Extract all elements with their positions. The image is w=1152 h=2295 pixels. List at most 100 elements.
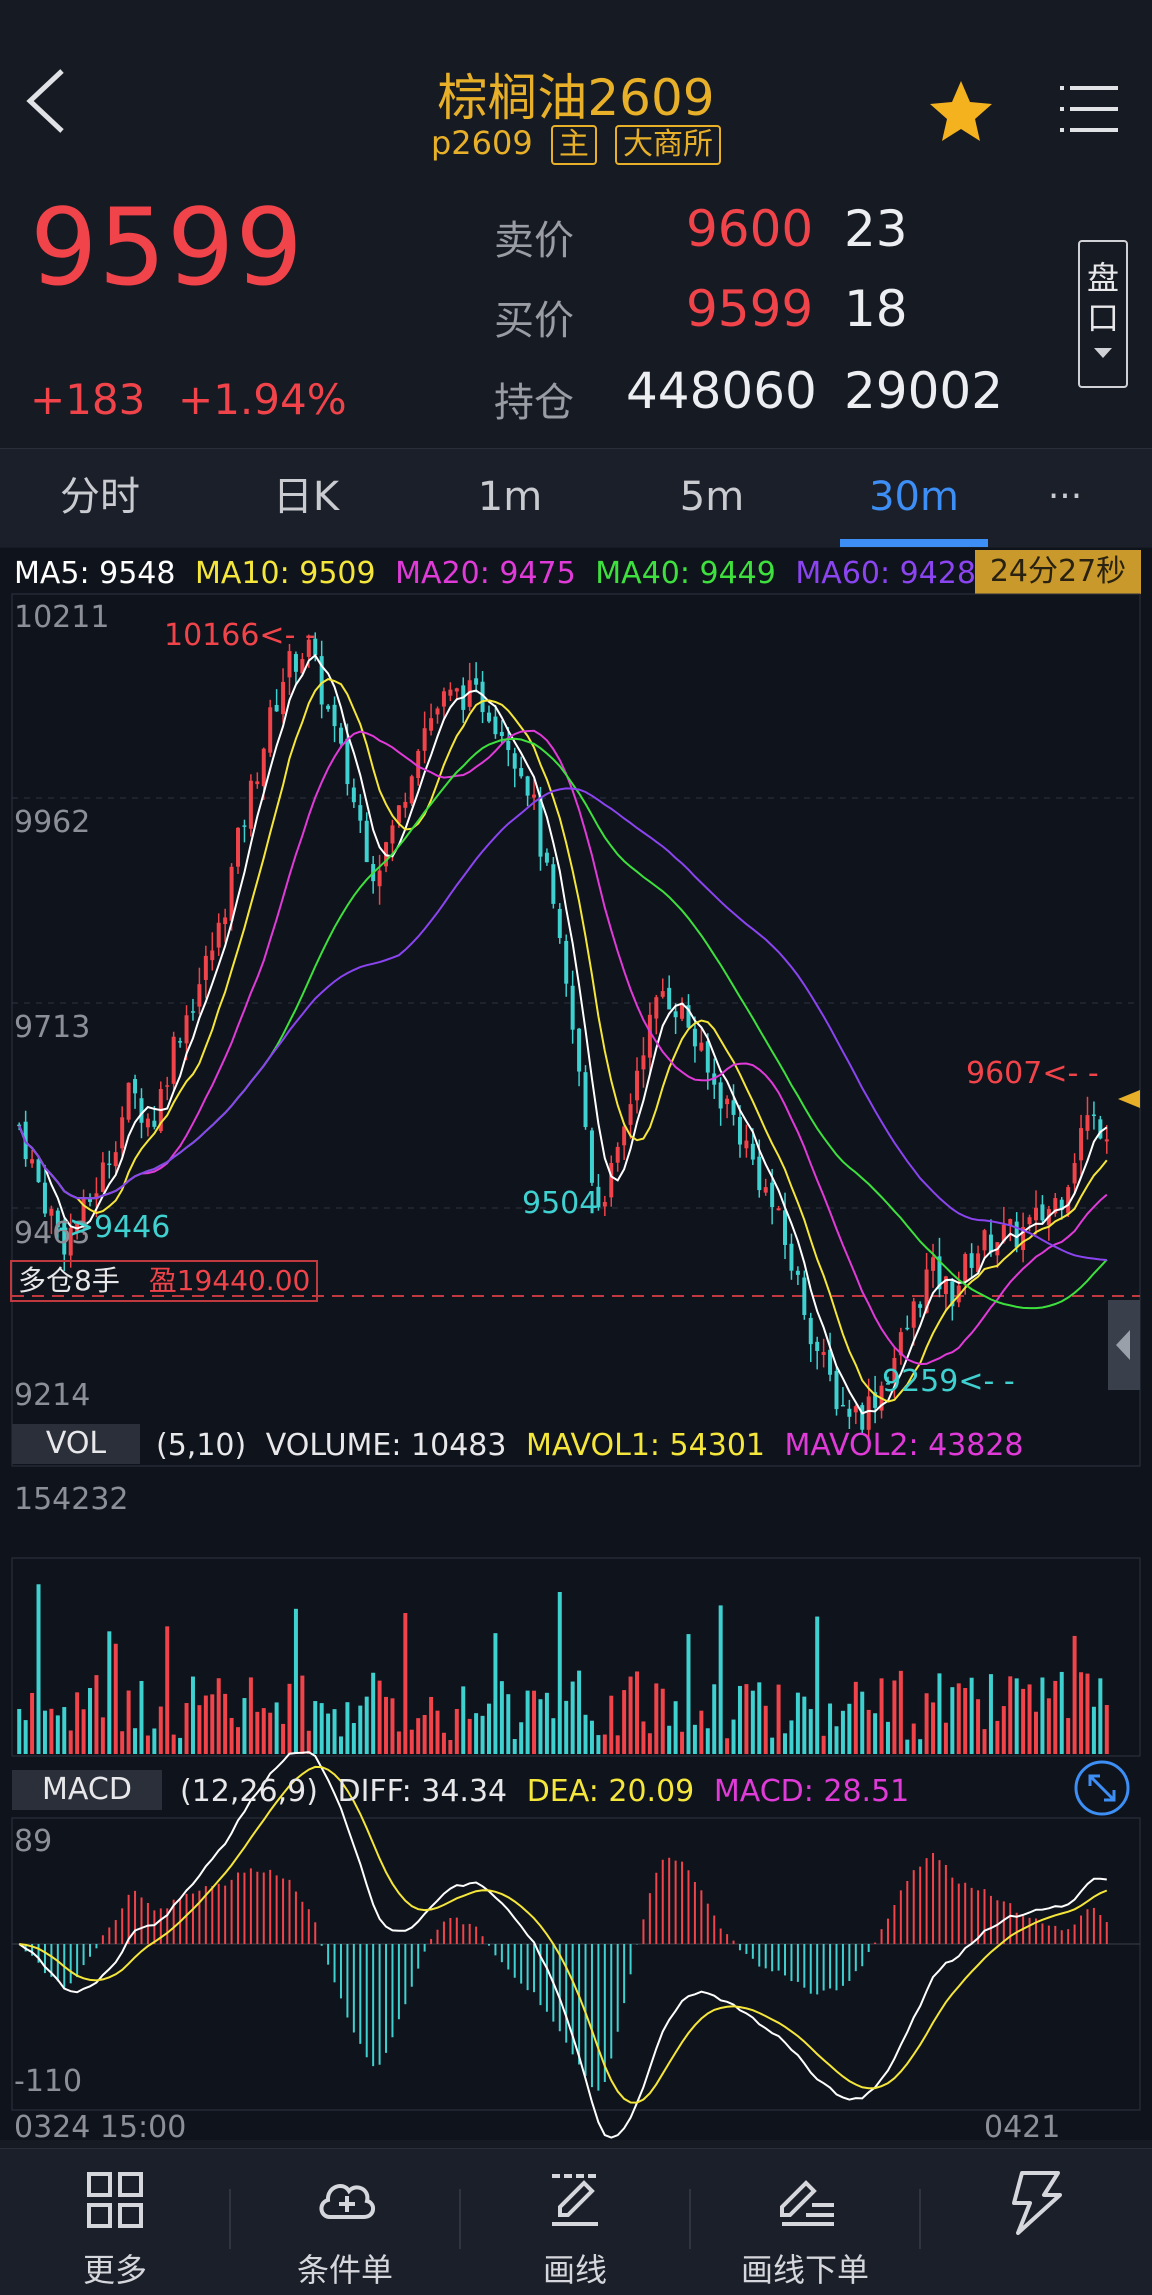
order-book-button[interactable]: 盘 口 [1078, 240, 1128, 388]
candle-body [236, 827, 241, 867]
volume-bar [808, 1709, 813, 1754]
nav-more[interactable]: 更多 [0, 2149, 230, 2295]
nav-conditional-order-label: 条件单 [296, 2251, 393, 2289]
candle-body [615, 1146, 620, 1163]
volume-bar [1104, 1705, 1109, 1754]
volume-bar [763, 1705, 768, 1754]
candle-body [274, 704, 279, 712]
header: 棕榈油2609 p2609 主 大商所 [0, 36, 1152, 165]
mid-low-mark: 9504 [522, 1186, 599, 1221]
volume-bar [982, 1729, 987, 1754]
kline-chart[interactable] [0, 548, 1152, 2140]
volume-bar [570, 1681, 575, 1754]
candle-body [486, 712, 491, 722]
macd-legend: (12,26,9) DIFF: 34.34 DEA: 20.09 MACD: 2… [180, 1774, 909, 1809]
volume-bar [950, 1687, 955, 1754]
order-book-label-2: 口 [1086, 299, 1119, 337]
macd-params: (12,26,9) [180, 1774, 318, 1809]
candle-body [840, 1404, 845, 1407]
macd-panel-border [11, 1817, 1141, 2111]
candle-body [718, 1082, 723, 1109]
volume-bar [1040, 1677, 1045, 1754]
volume-bar [255, 1711, 260, 1754]
current-price-marker [1118, 1090, 1140, 1108]
volume-bar [351, 1723, 356, 1754]
candle-body [557, 908, 562, 938]
volume-bar [364, 1696, 369, 1754]
volume-bar [486, 1703, 491, 1754]
volume-bar [918, 1739, 923, 1754]
candle-body [1014, 1221, 1019, 1248]
candle-body [454, 688, 459, 692]
volume-bar [1027, 1684, 1032, 1754]
candle-body [789, 1243, 794, 1271]
tab-more[interactable]: ··· [1000, 449, 1130, 547]
volume-bar [306, 1730, 311, 1754]
vol-indicator-selector[interactable]: VOL [12, 1424, 140, 1464]
vol-axis-max: 154232 [14, 1482, 129, 1517]
volume-bar [712, 1684, 717, 1754]
bid-label: 买价 [494, 298, 574, 344]
grid-icon [87, 2172, 143, 2228]
volume-bar [416, 1718, 421, 1754]
ma40-line [18, 737, 1108, 1310]
tab-daily-k[interactable]: 日K [236, 449, 376, 547]
volume-bar [62, 1707, 67, 1754]
nav-conditional-order[interactable]: 条件单 [230, 2149, 460, 2295]
volume-bar [461, 1686, 466, 1754]
volume-bar [802, 1696, 807, 1754]
nav-draw-line[interactable]: 画线 [460, 2149, 690, 2295]
volume-bar [345, 1702, 350, 1754]
volume-bar [55, 1715, 60, 1754]
vol-mavol2: MAVOL2: 43828 [784, 1428, 1024, 1463]
volume-bar [1085, 1673, 1090, 1754]
volume-bar [281, 1723, 286, 1754]
candle-body [647, 1014, 652, 1058]
position-badge[interactable]: 多仓8手 盈19440.00 [10, 1260, 319, 1302]
candle-body [570, 985, 575, 1030]
volume-bar [564, 1700, 569, 1754]
candle-body [667, 987, 672, 1010]
active-tab-indicator [840, 539, 988, 547]
pen-list-icon [780, 2180, 834, 2226]
menu-button[interactable] [1058, 78, 1120, 140]
macd-dea: DEA: 20.09 [526, 1774, 695, 1809]
favorite-button[interactable] [926, 76, 996, 146]
volume-bar [686, 1634, 691, 1754]
tab-30m[interactable]: 30m [844, 449, 984, 547]
volume-bar [113, 1643, 118, 1754]
tab-intraday[interactable]: 分时 [30, 449, 170, 547]
volume-bar [120, 1731, 125, 1754]
tab-1m[interactable]: 1m [440, 449, 580, 547]
candle-body [139, 1098, 144, 1123]
candle-body [602, 1201, 607, 1207]
volume-bar [274, 1702, 279, 1754]
nav-flash-order[interactable] [920, 2149, 1150, 2295]
volume-bar [216, 1678, 221, 1754]
macd-indicator-selector[interactable]: MACD [12, 1770, 162, 1810]
candle-body [802, 1277, 807, 1316]
volume-bar [596, 1735, 601, 1754]
candle-body [737, 1116, 742, 1145]
status-bar [0, 0, 1152, 36]
volume-bar [42, 1710, 47, 1754]
volume-bar [1066, 1718, 1071, 1754]
nav-draw-line-order[interactable]: 画线下单 [690, 2149, 920, 2295]
tab-5m[interactable]: 5m [642, 449, 782, 547]
volume-bar [190, 1676, 195, 1754]
candle-body [338, 727, 343, 744]
volume-bar [326, 1713, 331, 1754]
volume-bar [474, 1713, 479, 1754]
vol-volume: VOLUME: 10483 [265, 1428, 507, 1463]
candle-body [1040, 1204, 1045, 1221]
candle-body [660, 991, 665, 997]
volume-bar [705, 1728, 710, 1754]
nav-draw-line-order-label: 画线下单 [740, 2251, 869, 2289]
volume-bar [911, 1723, 916, 1754]
volume-bar [840, 1710, 845, 1754]
low-mark: 9259<- - [882, 1364, 1015, 1399]
volume-bar [338, 1736, 343, 1754]
volume-bar [429, 1696, 434, 1754]
candle-body [120, 1117, 125, 1149]
candle-body [692, 1028, 697, 1047]
